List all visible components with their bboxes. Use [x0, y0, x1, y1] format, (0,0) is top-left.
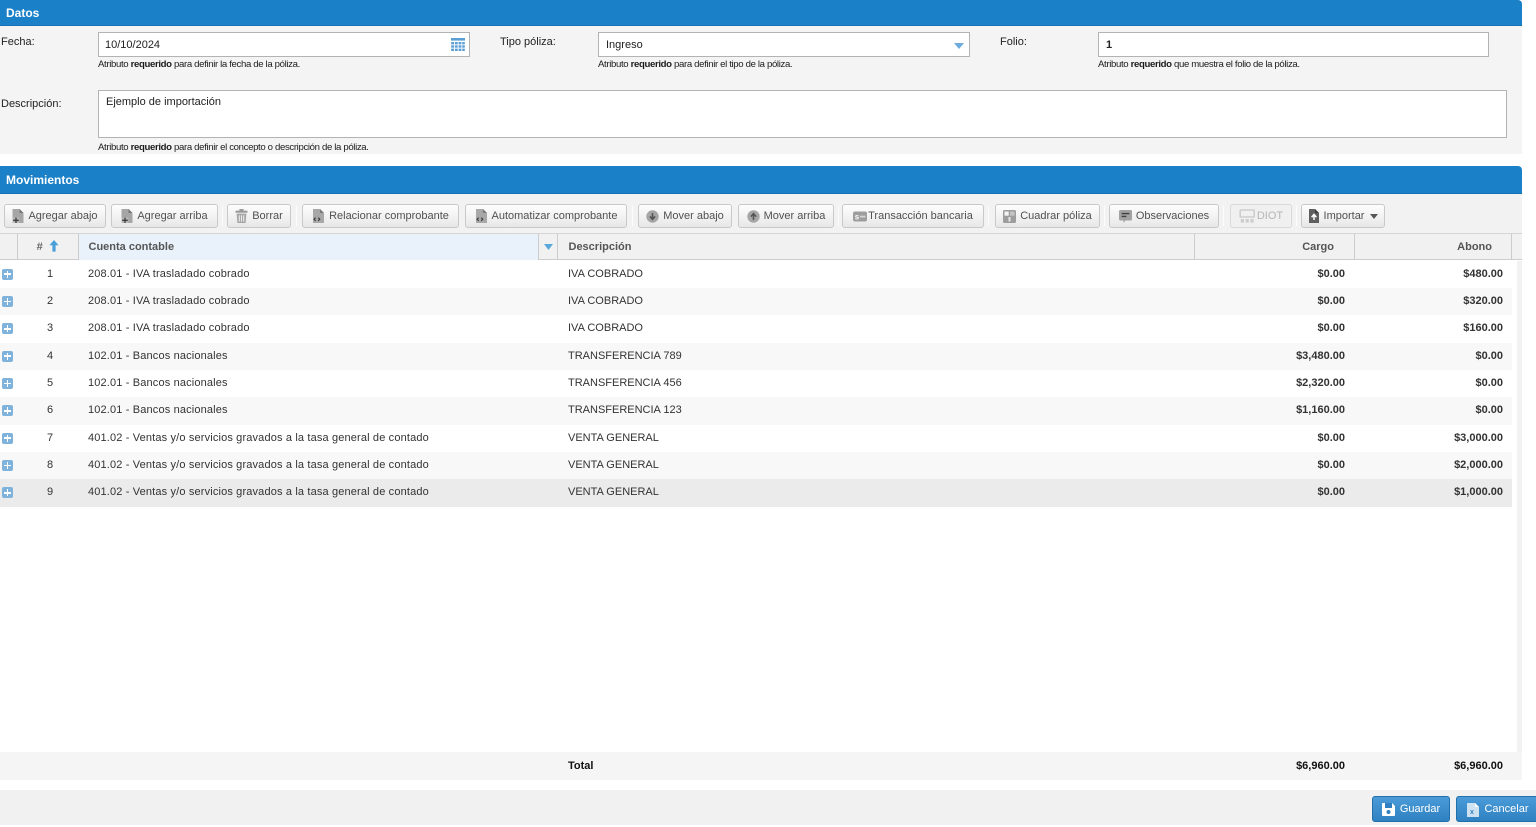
- svg-text:s: s: [855, 212, 860, 221]
- svg-text:x: x: [1470, 809, 1474, 816]
